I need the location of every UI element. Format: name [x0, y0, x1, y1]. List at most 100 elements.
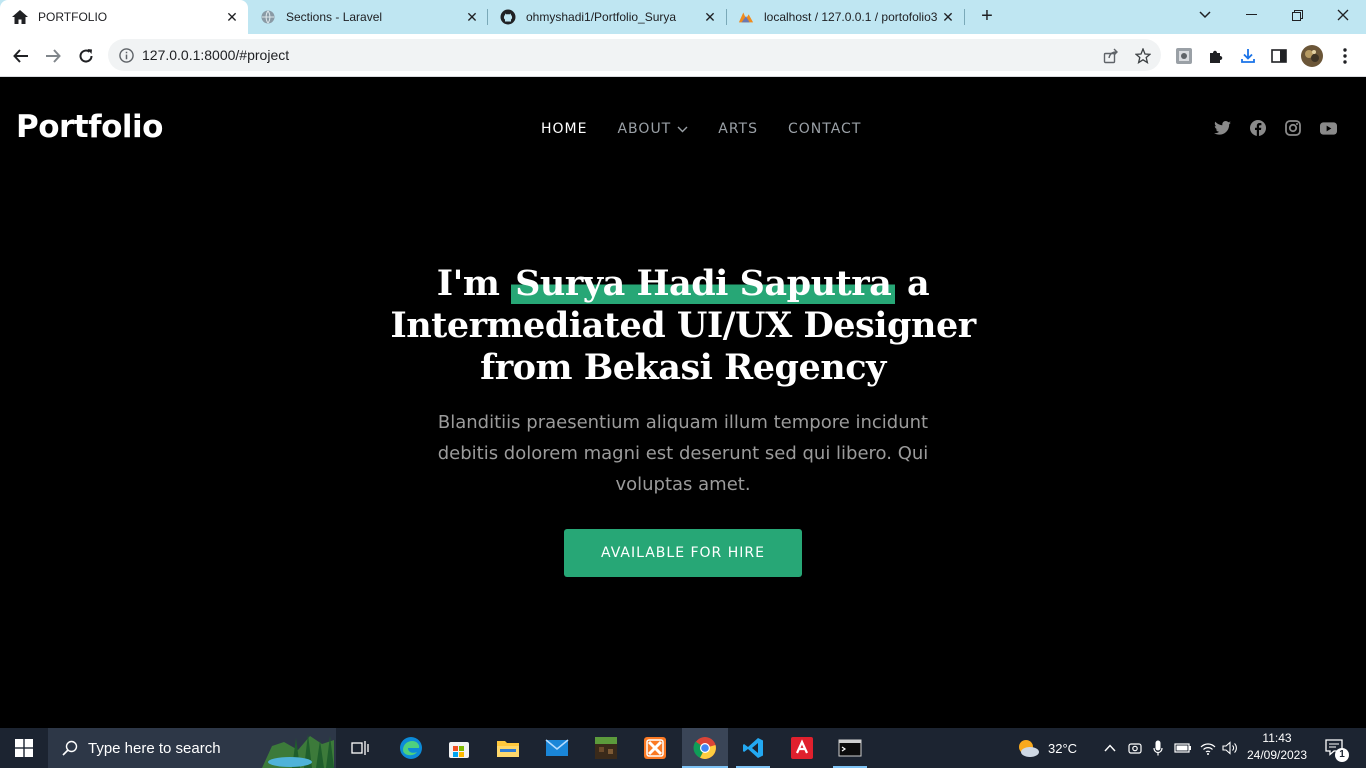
tray-battery[interactable]	[1172, 728, 1194, 768]
tab-portfolio[interactable]: PORTFOLIO ✕	[0, 0, 248, 34]
share-icon[interactable]	[1102, 47, 1120, 65]
back-button[interactable]	[8, 43, 34, 69]
weather-widget[interactable]: 32°C	[1016, 728, 1086, 768]
clock-date: 24/09/2023	[1246, 748, 1308, 762]
close-icon	[1337, 9, 1349, 21]
xampp-icon	[644, 737, 666, 759]
wifi-icon	[1200, 742, 1216, 755]
portfolio-page: Portfolio HOME ABOUT ARTS CONTACT I'm Su…	[0, 77, 1366, 728]
new-tab-button[interactable]: +	[976, 6, 998, 28]
tab-github[interactable]: ohmyshadi1/Portfolio_Surya ✕	[488, 0, 726, 34]
nav-about-label: ABOUT	[617, 121, 672, 137]
tab-title: PORTFOLIO	[38, 10, 108, 24]
tab-separator	[964, 9, 965, 25]
restore-button[interactable]	[1274, 0, 1320, 30]
terminal-icon	[838, 739, 862, 757]
headline-suffix: a	[895, 263, 930, 304]
tab-title: localhost / 127.0.0.1 / portofolio3	[764, 10, 938, 24]
taskbar-terminal[interactable]	[829, 728, 871, 768]
notification-center-button[interactable]: 1	[1318, 728, 1352, 768]
instagram-icon[interactable]	[1284, 119, 1302, 137]
taskbar-minecraft[interactable]	[585, 728, 627, 768]
show-hidden-icons-button[interactable]	[1100, 728, 1120, 768]
headline-line2: Intermediated UI/UX Designer	[390, 305, 976, 346]
tray-volume[interactable]	[1220, 728, 1240, 768]
clock-time: 11:43	[1262, 731, 1292, 745]
search-icon	[62, 740, 78, 756]
browser-toolbar: 127.0.0.1:8000/#project	[0, 34, 1366, 77]
phpmyadmin-icon	[738, 9, 754, 25]
side-panel-button[interactable]	[1266, 43, 1292, 69]
site-logo[interactable]: Portfolio	[16, 109, 163, 145]
store-icon	[449, 742, 469, 758]
start-button[interactable]	[0, 728, 48, 768]
amd-icon	[791, 737, 813, 759]
tab-phpmyadmin[interactable]: localhost / 127.0.0.1 / portofolio3 ✕	[726, 0, 964, 34]
puzzle-icon	[1210, 50, 1223, 63]
vscode-icon	[743, 738, 763, 758]
taskbar-file-explorer[interactable]	[487, 728, 529, 768]
taskbar-chrome[interactable]	[682, 728, 728, 768]
taskbar-amd[interactable]	[781, 728, 823, 768]
github-icon	[500, 9, 516, 25]
close-tab-icon[interactable]: ✕	[464, 9, 480, 25]
youtube-icon[interactable]	[1319, 119, 1337, 137]
tray-microphone[interactable]	[1148, 728, 1168, 768]
reload-button[interactable]	[73, 43, 99, 69]
minimize-button[interactable]	[1228, 0, 1274, 30]
tab-search-button[interactable]	[1182, 0, 1228, 30]
arrow-left-icon	[13, 49, 28, 63]
facebook-icon[interactable]	[1249, 119, 1267, 137]
taskbar-clock[interactable]: 11:43 24/09/2023	[1240, 730, 1314, 764]
taskbar-xampp[interactable]	[634, 728, 676, 768]
taskbar-vscode[interactable]	[732, 728, 774, 768]
downloads-button[interactable]	[1235, 43, 1261, 69]
highlighted-name: Surya Hadi Saputra	[511, 263, 896, 304]
taskbar-edge[interactable]	[390, 728, 432, 768]
task-view-button[interactable]	[340, 728, 380, 768]
browser-menu-button[interactable]	[1332, 43, 1358, 69]
search-highlight-illustration	[262, 734, 334, 768]
taskbar-search[interactable]: Type here to search	[48, 728, 336, 768]
edge-icon	[400, 737, 422, 759]
tab-sections-laravel[interactable]: Sections - Laravel ✕	[248, 0, 488, 34]
globe-icon	[260, 9, 276, 25]
twitter-icon[interactable]	[1213, 119, 1231, 137]
tray-wifi[interactable]	[1198, 728, 1218, 768]
hero-headline: I'm Surya Hadi Saputra a Intermediated U…	[383, 263, 983, 389]
close-tab-icon[interactable]: ✕	[702, 9, 718, 25]
close-tab-icon[interactable]: ✕	[940, 9, 956, 25]
profile-button[interactable]	[1299, 43, 1325, 69]
tab-title: ohmyshadi1/Portfolio_Surya	[526, 10, 677, 24]
headline-prefix: I'm	[436, 263, 512, 304]
hero-section: I'm Surya Hadi Saputra a Intermediated U…	[383, 263, 983, 577]
taskbar-mail[interactable]	[536, 728, 578, 768]
close-window-button[interactable]	[1320, 0, 1366, 30]
chrome-icon	[693, 737, 716, 759]
bookmark-star-icon[interactable]	[1134, 47, 1152, 65]
task-view-icon	[351, 741, 369, 755]
nav-about[interactable]: ABOUT	[617, 121, 688, 137]
folder-icon	[497, 741, 519, 757]
forward-button[interactable]	[40, 43, 66, 69]
avatar	[1301, 45, 1323, 67]
url-text[interactable]: 127.0.0.1:8000/#project	[142, 47, 289, 63]
mail-icon	[545, 739, 569, 756]
nav-contact[interactable]: CONTACT	[788, 121, 861, 137]
tray-camera[interactable]	[1125, 728, 1145, 768]
nav-home[interactable]: HOME	[541, 121, 587, 137]
site-info-icon[interactable]	[118, 47, 134, 63]
download-icon	[1241, 49, 1255, 63]
nav-arts[interactable]: ARTS	[718, 121, 758, 137]
main-nav: HOME ABOUT ARTS CONTACT	[541, 121, 891, 137]
taskbar-store[interactable]	[438, 728, 480, 768]
battery-charging-icon	[1174, 743, 1191, 753]
extensions-button[interactable]	[1203, 43, 1229, 69]
extension-button[interactable]	[1171, 43, 1197, 69]
available-for-hire-button[interactable]: AVAILABLE FOR HIRE	[564, 529, 802, 577]
address-bar[interactable]: 127.0.0.1:8000/#project	[108, 39, 1161, 71]
notification-badge: 1	[1335, 748, 1349, 762]
browser-tab-strip: PORTFOLIO ✕ Sections - Laravel ✕ ohmysha…	[0, 0, 1366, 34]
close-tab-icon[interactable]: ✕	[224, 9, 240, 25]
windows-taskbar: Type here to search 32°C 11:43 24/09/202…	[0, 728, 1366, 768]
